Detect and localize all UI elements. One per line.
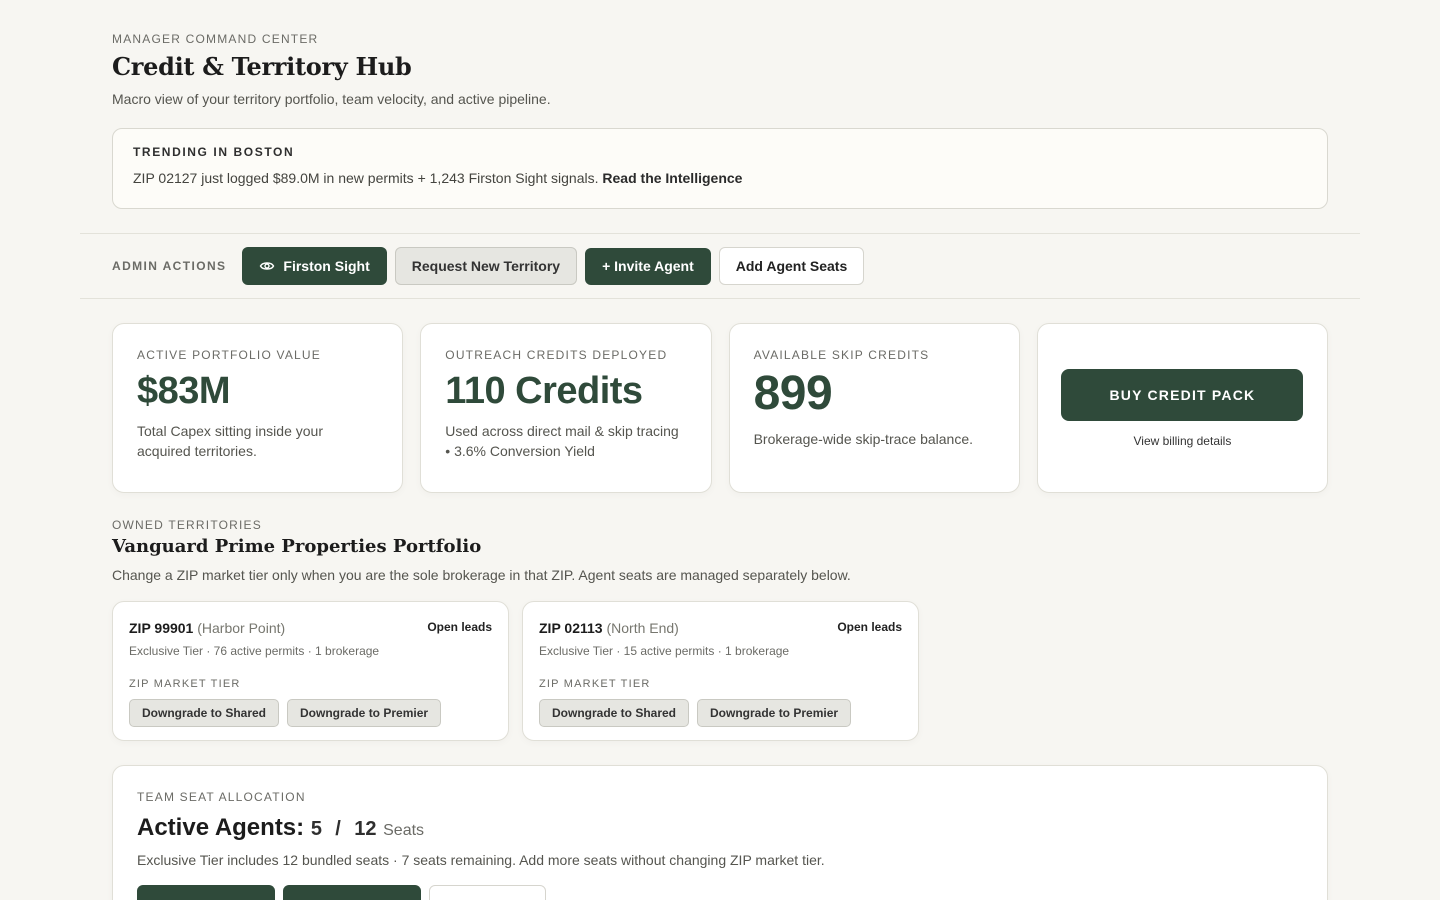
stat-desc: Brokerage-wide skip-trace balance. <box>753 431 974 447</box>
zip-tier-buttons: Downgrade to Shared Downgrade to Premier <box>129 699 492 727</box>
zip-tier-label: ZIP MARKET TIER <box>129 678 241 690</box>
stat-label: ACTIVE PORTFOLIO VALUE <box>137 348 321 362</box>
trending-text: ZIP 02127 just logged $89.0M in new perm… <box>133 170 599 186</box>
seats-desc: Exclusive Tier includes 12 bundled seats… <box>137 852 825 868</box>
stat-card-portfolio: ACTIVE PORTFOLIO VALUE $83M Total Capex … <box>112 323 404 493</box>
zip-code: ZIP 02113 <box>539 620 603 636</box>
zip-area: (Harbor Point) <box>197 620 286 636</box>
seats-unit: Seats <box>383 822 425 839</box>
firston-sight-label: Firston Sight <box>283 258 370 274</box>
stat-desc: Used across direct mail & skip tracing •… <box>445 423 679 459</box>
zip-meta: Exclusive Tier · 15 active permits · 1 b… <box>539 644 790 658</box>
seat-action-button[interactable] <box>137 885 275 900</box>
page-title: Credit & Territory Hub <box>112 52 412 81</box>
firston-sight-button[interactable]: Firston Sight <box>242 247 387 285</box>
zip-tier-label: ZIP MARKET TIER <box>539 678 651 690</box>
owned-subtitle: Change a ZIP market tier only when you a… <box>112 567 851 583</box>
buy-credit-pack-button[interactable]: BUY CREDIT PACK <box>1061 368 1304 421</box>
read-intelligence-link[interactable]: Read the Intelligence <box>602 170 742 186</box>
buy-credit-card: BUY CREDIT PACK View billing details <box>1036 323 1328 493</box>
downgrade-premier-button[interactable]: Downgrade to Premier <box>697 699 852 727</box>
active-agents-heading: Active Agents: 5 / 12 Seats <box>137 814 1303 842</box>
seats-action-row <box>137 885 1303 900</box>
admin-actions-bar: ADMIN ACTIONS Firston Sight Request New … <box>80 233 1360 299</box>
downgrade-premier-button[interactable]: Downgrade to Premier <box>287 699 442 727</box>
owned-title: Vanguard Prime Properties Portfolio <box>112 536 482 557</box>
zip-meta: Exclusive Tier · 76 active permits · 1 b… <box>129 644 380 658</box>
zip-card: ZIP 02113 (North End) Open leads Exclusi… <box>522 601 919 741</box>
total-seats-count: 12 <box>354 818 377 840</box>
stat-value: 899 <box>753 367 833 420</box>
seat-action-button[interactable] <box>429 885 546 900</box>
seats-slash: / <box>335 818 341 840</box>
stat-label: OUTREACH CREDITS DEPLOYED <box>445 348 668 362</box>
active-agents-label: Active Agents: <box>137 814 305 841</box>
downgrade-shared-button[interactable]: Downgrade to Shared <box>129 699 280 727</box>
request-territory-button[interactable]: Request New Territory <box>394 247 578 285</box>
zip-code: ZIP 99901 <box>129 620 194 636</box>
admin-actions-label: ADMIN ACTIONS <box>112 259 227 273</box>
seat-action-button[interactable] <box>283 885 421 900</box>
stat-value: $83M <box>137 370 231 412</box>
add-agent-seats-button[interactable]: Add Agent Seats <box>718 247 865 285</box>
active-agents-count: 5 <box>310 818 322 840</box>
zip-tier-buttons: Downgrade to Shared Downgrade to Premier <box>539 699 902 727</box>
zip-area: (North End) <box>606 620 679 636</box>
stat-label: AVAILABLE SKIP CREDITS <box>753 348 930 362</box>
stat-desc: Total Capex sitting inside your acquired… <box>137 423 323 459</box>
view-billing-link[interactable]: View billing details <box>1133 434 1231 448</box>
owned-eyebrow: OWNED TERRITORIES <box>112 518 262 532</box>
zip-card: ZIP 99901 (Harbor Point) Open leads Excl… <box>112 601 509 741</box>
open-leads-link[interactable]: Open leads <box>427 620 492 634</box>
owned-territories-header: OWNED TERRITORIES Vanguard Prime Propert… <box>112 518 1328 583</box>
trending-banner: TRENDING IN BOSTON ZIP 02127 just logged… <box>112 128 1328 209</box>
page-eyebrow: MANAGER COMMAND CENTER <box>112 32 319 46</box>
downgrade-shared-button[interactable]: Downgrade to Shared <box>539 699 690 727</box>
invite-agent-button[interactable]: + Invite Agent <box>585 247 711 285</box>
page-header: MANAGER COMMAND CENTER Credit & Territor… <box>112 32 1328 107</box>
stat-card-outreach: OUTREACH CREDITS DEPLOYED 110 Credits Us… <box>420 323 712 493</box>
trending-label: TRENDING IN BOSTON <box>133 145 295 159</box>
stat-card-skip-credits: AVAILABLE SKIP CREDITS 899 Brokerage-wid… <box>728 323 1020 493</box>
open-leads-link[interactable]: Open leads <box>837 620 902 634</box>
stats-row: ACTIVE PORTFOLIO VALUE $83M Total Capex … <box>112 323 1328 493</box>
seats-eyebrow: TEAM SEAT ALLOCATION <box>137 790 306 804</box>
trending-text-row: ZIP 02127 just logged $89.0M in new perm… <box>133 170 1307 186</box>
stat-value: 110 Credits <box>445 370 643 412</box>
page-subtitle: Macro view of your territory portfolio, … <box>112 91 551 107</box>
team-seat-allocation: TEAM SEAT ALLOCATION Active Agents: 5 / … <box>112 765 1328 900</box>
zip-cards: ZIP 99901 (Harbor Point) Open leads Excl… <box>112 601 1328 741</box>
eye-icon <box>259 258 275 274</box>
